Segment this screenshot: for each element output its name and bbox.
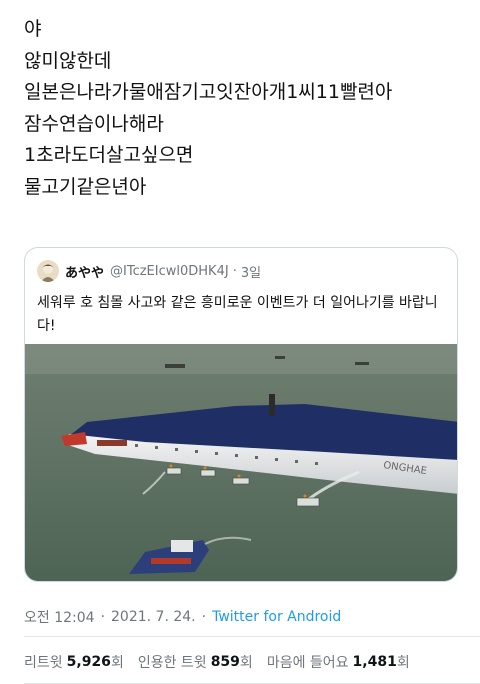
quote-tweets-stat[interactable]: 인용한 트윗 859 회 [138,652,253,672]
retweets-label: 리트윗 [24,655,63,671]
quote-tweets-unit: 회 [239,655,253,671]
separator-dot: · [232,263,237,279]
tweet-line: 않미않한데 [24,49,112,72]
engagement-stats: 리트윗 5,926 회 인용한 트윗 859 회 마음에 들어요 1,481 회 [24,652,424,672]
quoted-display-name[interactable]: あやや [65,262,104,281]
tweet-timestamp-line: 오전 12:04 · 2021. 7. 24. · Twitter for An… [24,607,341,627]
likes-label: 마음에 들어요 [266,655,349,671]
retweets-unit: 회 [110,655,124,671]
likes-unit: 회 [396,655,410,671]
tweet-source-link[interactable]: Twitter for Android [212,609,341,625]
likes-count: 1,481 [352,654,397,670]
tweet-line: 일본은나라가물애잠기고잇잔아개1씨11빨련아 [24,81,393,103]
separator-dot: · [201,609,207,625]
quoted-timestamp[interactable]: 3일 [241,262,261,281]
tweet-line: 잠수연습이나해라 [24,112,164,135]
quoted-handle[interactable]: @ITczEIcwl0DHK4J [110,264,229,279]
likes-stat[interactable]: 마음에 들어요 1,481 회 [267,652,410,672]
capsized-ferry-photo[interactable]: ONGHAE [25,344,458,582]
quoted-tweet-header: あやや @ITczEIcwl0DHK4J · 3일 [37,260,261,282]
divider [24,636,480,637]
quoted-tweet-card[interactable]: あやや @ITczEIcwl0DHK4J · 3일 세워루 호 침몰 사고와 같… [24,247,458,582]
separator-dot: · [100,609,106,625]
tweet-line: 1초라도더살고싶으면 [24,144,194,166]
tweet-text: 야 않미않한데 일본은나라가물애잠기고잇잔아개1씨11빨련아 잠수연습이나해라 … [24,14,464,203]
quote-tweets-label: 인용한 트윗 [137,655,207,671]
retweets-count: 5,926 [66,654,111,670]
quoted-tweet-text: 세워루 호 침몰 사고와 같은 흥미로운 이벤트가 더 일어나기를 바랍니다! [37,295,438,334]
tweet-line: 물고기같은년아 [24,175,147,198]
retweets-stat[interactable]: 리트윗 5,926 회 [24,652,124,672]
tweet-time[interactable]: 오전 12:04 [24,607,95,627]
tweet-date[interactable]: 2021. 7. 24. [111,609,196,625]
tweet-line: 야 [24,18,42,40]
quote-tweets-count: 859 [210,654,240,670]
avatar[interactable] [37,260,59,282]
